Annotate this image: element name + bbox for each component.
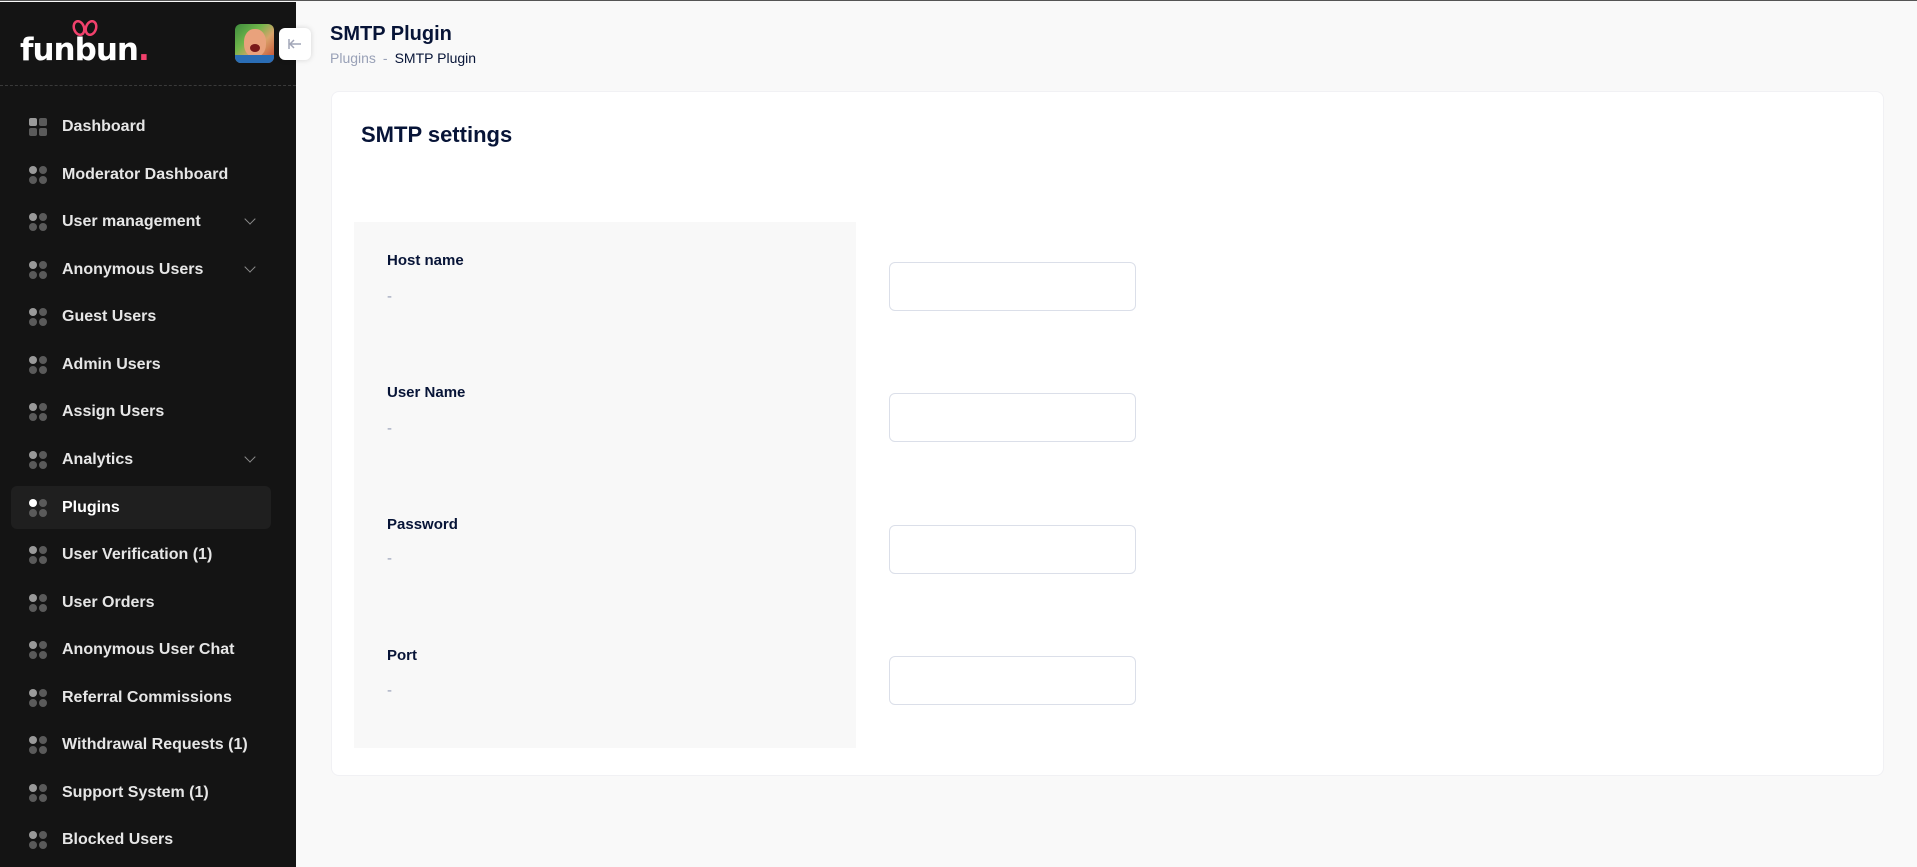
sidebar-item-label: Moderator Dashboard <box>62 166 229 183</box>
grid-icon <box>29 499 47 517</box>
sidebar-item-anonymous-user-chat[interactable]: Anonymous User Chat <box>11 628 271 671</box>
breadcrumb: Plugins - SMTP Plugin <box>330 50 476 66</box>
sidebar-item-label: Plugins <box>62 499 120 516</box>
sidebar-item-label: Referral Commissions <box>62 689 232 706</box>
chevron-down-icon <box>244 213 256 225</box>
logo-text: funbun <box>20 32 139 68</box>
sidebar-item-admin-users[interactable]: Admin Users <box>11 343 271 386</box>
grid-icon <box>29 213 47 231</box>
user-avatar[interactable] <box>235 24 274 63</box>
grid-icon <box>29 356 47 374</box>
chevron-down-icon <box>244 451 256 463</box>
avatar-shirt <box>235 55 274 63</box>
breadcrumb-current: SMTP Plugin <box>394 50 477 66</box>
sidebar-collapse-button[interactable] <box>279 28 311 60</box>
host-name-label: Host name <box>387 252 464 269</box>
grid-icon <box>29 784 47 802</box>
sidebar-item-anonymous-users[interactable]: Anonymous Users <box>11 248 271 291</box>
field-labels-panel: Host name - User Name - Password - Port … <box>354 222 856 748</box>
grid-icon <box>29 308 47 326</box>
sidebar-item-label: Assign Users <box>62 403 165 420</box>
password-hint: - <box>387 550 392 567</box>
sidebar-item-label: Admin Users <box>62 356 161 373</box>
sidebar-item-withdrawal-requests[interactable]: Withdrawal Requests (1) <box>11 723 271 766</box>
sidebar-item-label: Anonymous User Chat <box>62 641 235 658</box>
avatar-mouth <box>250 44 260 52</box>
sidebar-item-analytics[interactable]: Analytics <box>11 438 271 481</box>
port-input[interactable] <box>889 656 1136 705</box>
bunny-ears-icon <box>72 20 98 36</box>
arrow-left-icon <box>288 39 301 49</box>
sidebar-item-label: Dashboard <box>62 118 146 135</box>
grid-icon <box>29 451 47 469</box>
sidebar-item-assign-users[interactable]: Assign Users <box>11 390 271 433</box>
sidebar-item-blocked-users[interactable]: Blocked Users <box>11 818 271 861</box>
sidebar-item-support-system[interactable]: Support System (1) <box>11 771 271 814</box>
grid-icon <box>29 831 47 849</box>
sidebar-item-label: User Verification (1) <box>62 546 213 563</box>
sidebar-item-label: User Orders <box>62 594 155 611</box>
breadcrumb-separator: - <box>382 50 388 66</box>
grid-icon <box>29 546 47 564</box>
port-hint: - <box>387 682 392 699</box>
sidebar-item-user-management[interactable]: User management <box>11 200 271 243</box>
sidebar-header: funbun. <box>0 2 296 86</box>
sidebar-item-label: Withdrawal Requests (1) <box>62 736 248 753</box>
page-title: SMTP Plugin <box>330 23 452 45</box>
user-name-input[interactable] <box>889 393 1136 442</box>
password-label: Password <box>387 516 458 533</box>
password-input[interactable] <box>889 525 1136 574</box>
sidebar-item-user-verification[interactable]: User Verification (1) <box>11 533 271 576</box>
smtp-settings-card: SMTP settings Host name - User Name - Pa… <box>331 91 1884 776</box>
sidebar-item-guest-users[interactable]: Guest Users <box>11 295 271 338</box>
sidebar-item-dashboard[interactable]: Dashboard <box>11 105 271 148</box>
grid-icon <box>29 403 47 421</box>
port-label: Port <box>387 647 417 664</box>
dashboard-icon <box>29 118 47 136</box>
grid-icon <box>29 641 47 659</box>
funbun-logo[interactable]: funbun. <box>20 20 150 68</box>
sidebar-item-label: Analytics <box>62 451 134 468</box>
logo-dot: . <box>137 32 150 68</box>
user-name-hint: - <box>387 420 392 437</box>
sidebar-item-label: Anonymous Users <box>62 261 204 278</box>
sidebar-item-plugins[interactable]: Plugins <box>11 486 271 529</box>
host-name-hint: - <box>387 288 392 305</box>
grid-icon <box>29 261 47 279</box>
sidebar-item-label: Guest Users <box>62 308 157 325</box>
grid-icon <box>29 689 47 707</box>
avatar-face <box>244 29 266 57</box>
sidebar: funbun. Dashboard Moderator Dashboard Us… <box>0 2 296 867</box>
sidebar-item-label: Blocked Users <box>62 831 174 848</box>
sidebar-item-label: Support System (1) <box>62 784 209 801</box>
grid-icon <box>29 166 47 184</box>
host-name-input[interactable] <box>889 262 1136 311</box>
sidebar-item-user-orders[interactable]: User Orders <box>11 581 271 624</box>
sidebar-item-label: User management <box>62 213 201 230</box>
grid-icon <box>29 594 47 612</box>
chevron-down-icon <box>244 261 256 273</box>
sidebar-item-moderator-dashboard[interactable]: Moderator Dashboard <box>11 153 271 196</box>
sidebar-item-referral-commissions[interactable]: Referral Commissions <box>11 676 271 719</box>
grid-icon <box>29 736 47 754</box>
breadcrumb-link-plugins[interactable]: Plugins <box>330 50 376 66</box>
user-name-label: User Name <box>387 384 466 401</box>
card-title: SMTP settings <box>361 122 513 147</box>
